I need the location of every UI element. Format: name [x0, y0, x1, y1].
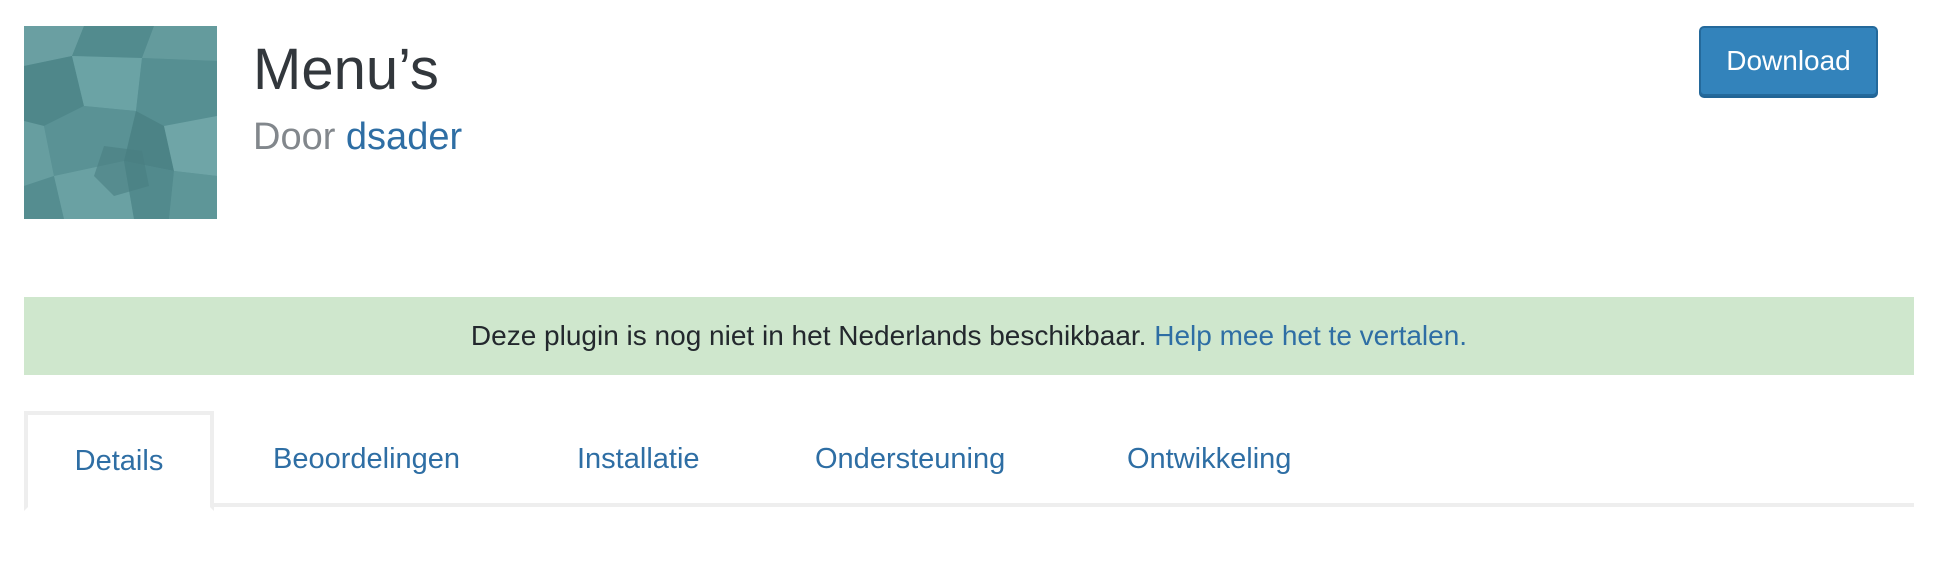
byline-prefix: Door: [253, 116, 346, 158]
notice-text: Deze plugin is nog niet in het Nederland…: [470, 320, 1155, 351]
plugin-icon: [24, 26, 217, 219]
author-link[interactable]: dsader: [346, 116, 462, 158]
tab-installation[interactable]: Installatie: [577, 411, 700, 507]
translation-notice: Deze plugin is nog niet in het Nederland…: [24, 297, 1914, 375]
plugin-title: Menu’s: [253, 37, 439, 102]
translate-link[interactable]: Help mee het te vertalen.: [1154, 320, 1467, 351]
download-button[interactable]: Download: [1699, 26, 1878, 96]
plugin-tabs: Details Beoordelingen Installatie Onders…: [24, 411, 1914, 511]
plugin-byline: Door dsader: [253, 112, 462, 162]
tab-development[interactable]: Ontwikkeling: [1127, 411, 1291, 507]
tab-details[interactable]: Details: [24, 411, 214, 511]
tab-reviews[interactable]: Beoordelingen: [273, 411, 460, 507]
tab-support[interactable]: Ondersteuning: [815, 411, 1005, 507]
